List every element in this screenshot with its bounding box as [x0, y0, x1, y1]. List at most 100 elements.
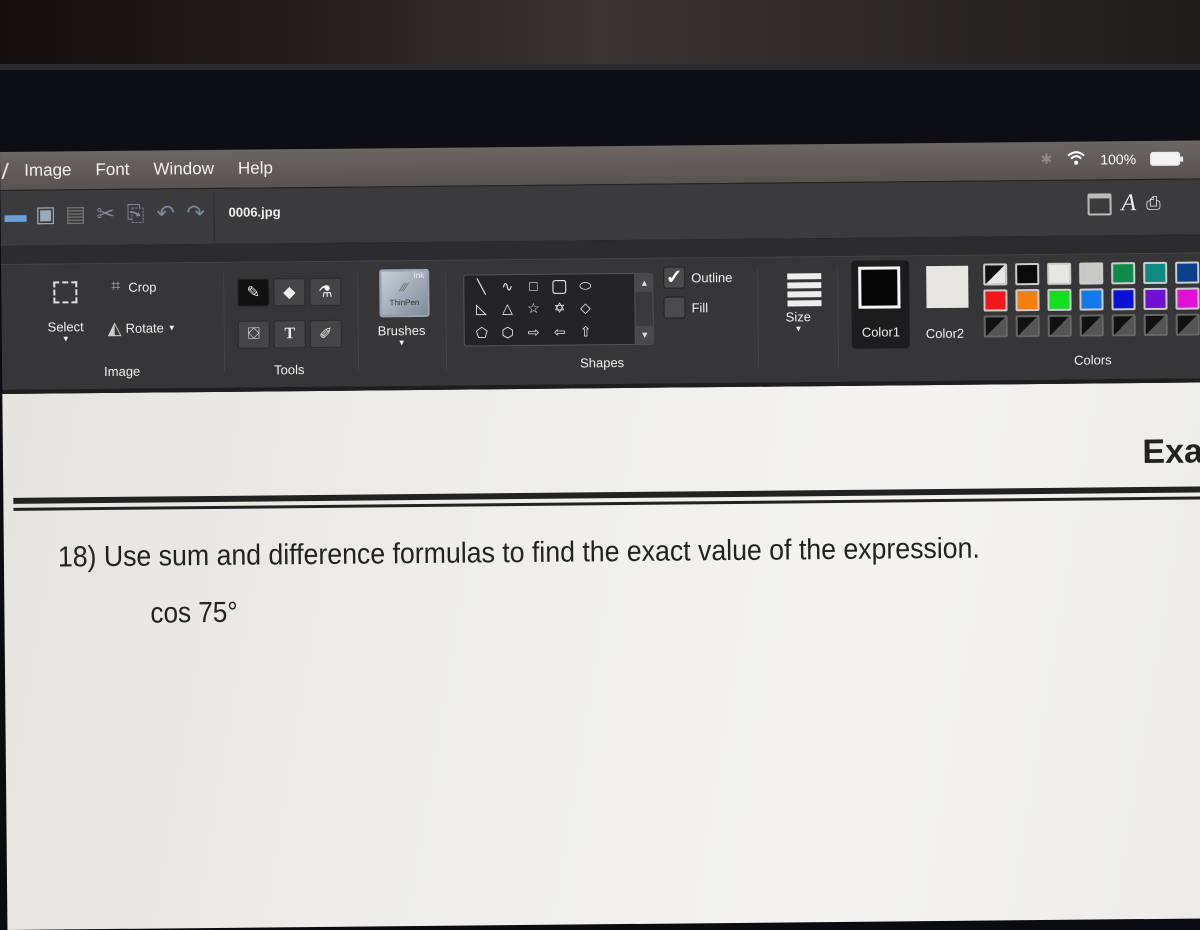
battery-percent: 100% — [1100, 150, 1137, 167]
select-button[interactable]: Select ▼ — [45, 272, 86, 352]
palette-swatch[interactable] — [1143, 287, 1168, 311]
chevron-down-icon: ▼ — [397, 338, 406, 348]
arrow-up-shape-icon[interactable]: ⇧ — [577, 322, 595, 340]
brushes-button[interactable]: Brushes ▼ — [378, 323, 426, 347]
curve-shape-icon[interactable]: ∿ — [498, 277, 516, 295]
copy-icon[interactable]: ▤ — [64, 201, 86, 226]
select-label: Select — [47, 319, 84, 335]
custom-color-slot[interactable] — [1175, 313, 1200, 336]
redo-icon[interactable]: ↷ — [184, 200, 206, 225]
ellipse-shape-icon[interactable]: ⬭ — [576, 276, 594, 294]
palette-swatch[interactable] — [1079, 262, 1104, 285]
palette-swatch[interactable] — [1015, 289, 1040, 312]
rounded-rectangle-shape-icon[interactable]: ▢ — [550, 276, 568, 296]
chevron-down-icon: ▼ — [61, 334, 70, 344]
color1-button[interactable]: Color1 — [851, 260, 910, 349]
tools-group-label: Tools — [274, 362, 305, 378]
custom-color-slot[interactable] — [1111, 314, 1136, 337]
brush-ink-label: Ink — [413, 270, 425, 281]
group-divider — [757, 267, 760, 368]
menu-image[interactable]: Image — [24, 160, 71, 180]
palette-swatch[interactable] — [1015, 263, 1040, 286]
rotate-button[interactable]: ◭ Rotate ▼ — [108, 317, 176, 339]
open-icon[interactable]: ▬ — [4, 202, 26, 227]
image-group-label: Image — [104, 363, 141, 380]
menu-fragment — [1, 162, 14, 179]
document-canvas[interactable]: Exa 18) Use sum and difference formulas … — [2, 378, 1200, 930]
star5-shape-icon[interactable]: ☆ — [524, 299, 542, 317]
brush-preview[interactable]: Ink ⁄⁄⁄ ThinPen — [379, 268, 430, 318]
shapes-scrollbar[interactable]: ▲ ▼ — [634, 273, 654, 344]
fill-bucket-tool[interactable]: ⛋ — [237, 320, 270, 349]
hexagon-shape-icon[interactable]: ⬡ — [499, 323, 517, 341]
palette-swatch[interactable] — [1175, 287, 1200, 310]
group-divider — [445, 270, 448, 371]
diamond-shape-icon[interactable]: ◇ — [576, 298, 594, 316]
fill-label: Fill — [691, 300, 709, 316]
crop-button[interactable]: ⌗ Crop — [111, 278, 156, 296]
menu-window[interactable]: Window — [153, 159, 214, 180]
palette-swatch[interactable] — [1175, 261, 1200, 284]
battery-icon[interactable] — [1150, 151, 1181, 166]
outline-label: Outline — [691, 269, 733, 286]
custom-color-slot[interactable] — [1143, 313, 1168, 337]
text-tool[interactable]: T — [273, 320, 306, 349]
custom-color-slot[interactable] — [983, 315, 1008, 338]
custom-color-slot[interactable] — [1047, 314, 1072, 337]
palette-swatch[interactable] — [983, 289, 1008, 312]
palette-swatch[interactable] — [1111, 262, 1136, 285]
paste-icon[interactable]: ⎘ — [124, 201, 146, 226]
line-shape-icon[interactable]: ╲ — [472, 277, 490, 295]
save-icon[interactable]: ▣ — [34, 201, 56, 226]
palette-swatch[interactable] — [983, 263, 1008, 286]
arrow-left-shape-icon[interactable]: ⇦ — [551, 323, 569, 341]
rotate-icon: ◭ — [107, 317, 122, 338]
custom-color-slot[interactable] — [1015, 315, 1040, 338]
question-text: 18) Use sum and difference formulas to f… — [57, 532, 980, 574]
cut-icon[interactable]: ✂ — [94, 201, 116, 226]
scroll-down-icon[interactable]: ▼ — [635, 325, 654, 344]
scroll-up-icon[interactable]: ▲ — [635, 273, 654, 292]
size-icon[interactable] — [787, 273, 822, 309]
pencil-tool[interactable]: ✎ — [237, 278, 270, 307]
color1-swatch — [858, 266, 901, 309]
triangle-shape-icon[interactable]: △ — [498, 299, 516, 317]
custom-color-slot[interactable] — [1079, 314, 1104, 337]
palette-swatch[interactable] — [1047, 262, 1072, 285]
rectangle-shape-icon[interactable]: □ — [524, 277, 542, 295]
menu-font[interactable]: Font — [95, 160, 129, 180]
color-picker-tool[interactable]: ✐ — [309, 319, 342, 349]
menu-help[interactable]: Help — [238, 158, 273, 178]
status-area: ✱ 100% — [1040, 149, 1181, 169]
font-icon[interactable]: A — [1121, 190, 1136, 217]
group-divider — [357, 271, 360, 372]
select-icon — [53, 281, 78, 304]
print-icon[interactable]: ⎙ — [1146, 193, 1161, 214]
palette-swatch[interactable] — [1047, 288, 1072, 311]
fill-checkbox[interactable] — [663, 296, 686, 319]
palette-swatch[interactable] — [1079, 288, 1104, 311]
group-divider — [223, 272, 226, 373]
wifi-icon[interactable] — [1066, 150, 1086, 169]
document-header: Exa — [1142, 432, 1200, 472]
window-icon[interactable] — [1087, 192, 1112, 216]
chevron-down-icon: ▼ — [794, 324, 803, 334]
pentagon-shape-icon[interactable]: ⬠ — [473, 323, 491, 341]
star6-shape-icon[interactable]: ✡ — [550, 299, 568, 317]
color1-label: Color1 — [861, 324, 901, 340]
right-triangle-shape-icon[interactable]: ◺ — [472, 299, 490, 317]
shapes-group-label: Shapes — [579, 355, 625, 371]
size-label: Size — [785, 309, 811, 325]
arrow-right-shape-icon[interactable]: ⇨ — [525, 323, 543, 341]
undo-icon[interactable]: ↶ — [154, 200, 176, 225]
palette-swatch[interactable] — [1143, 261, 1168, 285]
toolbar-divider — [213, 192, 215, 241]
spray-tool[interactable]: ⚗ — [309, 277, 342, 307]
bluetooth-icon[interactable]: ✱ — [1040, 151, 1052, 168]
expression-text: cos 75° — [150, 596, 238, 630]
size-button[interactable]: Size ▼ — [786, 309, 812, 333]
brush-strokes-icon: ⁄⁄⁄ — [401, 280, 408, 295]
palette-swatch[interactable] — [1111, 288, 1136, 311]
outline-checkbox[interactable]: ✓ — [663, 266, 686, 289]
eraser-tool[interactable]: ◆ — [273, 278, 306, 307]
